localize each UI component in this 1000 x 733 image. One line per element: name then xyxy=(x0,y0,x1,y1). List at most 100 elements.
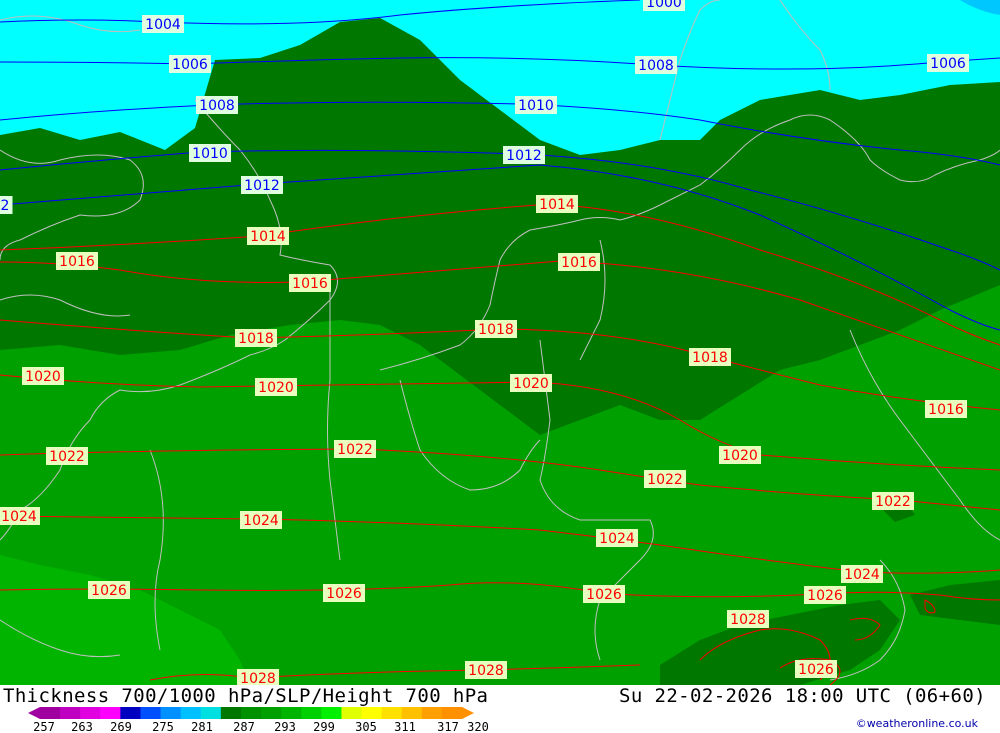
isobar-label-text: 1008 xyxy=(199,98,235,114)
legend-tick-label: 269 xyxy=(110,720,132,733)
isobar-label-text: 1018 xyxy=(478,322,514,338)
legend-tick-label: 263 xyxy=(71,720,93,733)
legend-swatch xyxy=(100,707,121,719)
legend-swatch xyxy=(60,707,81,719)
isobar-label-text: 1026 xyxy=(91,583,127,599)
legend-swatch xyxy=(301,707,322,719)
isobar-label: 1028 xyxy=(237,669,279,685)
isobar-label: 1022 xyxy=(334,440,376,458)
legend-tick-label: 317 xyxy=(437,720,459,733)
isobar-label: 1020 xyxy=(510,374,552,392)
isobar-label: 1012 xyxy=(241,176,283,194)
isobar-label-text: 1014 xyxy=(539,197,575,213)
legend-swatch xyxy=(120,707,141,719)
isobar-label: 1016 xyxy=(558,253,600,271)
legend-tick-label: 320 xyxy=(467,720,489,733)
isobar-label: 1014 xyxy=(536,195,578,213)
isobar-label-text: 1016 xyxy=(561,255,597,271)
isobar-label: 1020 xyxy=(22,367,64,385)
isobar-label: 1006 xyxy=(169,55,211,73)
isobar-label: 1026 xyxy=(583,585,625,603)
isobar-label-text: 1028 xyxy=(730,612,766,628)
legend-tick-label: 257 xyxy=(33,720,55,733)
isobar-label: 1008 xyxy=(196,96,238,114)
isobar-label-text: 1016 xyxy=(292,276,328,292)
isobar-label-text: 1010 xyxy=(192,146,228,162)
legend-swatch xyxy=(421,707,443,719)
isobar-label-text: 1004 xyxy=(145,17,181,33)
isobar-label-text: 2 xyxy=(1,198,10,214)
isobar-label-text: 1026 xyxy=(326,586,362,602)
isobar-label: 1028 xyxy=(727,610,769,628)
isobar-label: 1014 xyxy=(247,227,289,245)
legend-tick-label: 299 xyxy=(313,720,335,733)
isobar-label-text: 1028 xyxy=(240,671,276,685)
color-legend: 257 263 269 275 281 287 293 299 305 311 317 320 xyxy=(28,707,489,733)
legend-swatch xyxy=(281,707,302,719)
legend-tick-label: 293 xyxy=(274,720,296,733)
isobar-label: 1026 xyxy=(804,586,846,604)
isobar-label: 1022 xyxy=(872,492,914,510)
isobar-label: 1020 xyxy=(719,446,761,464)
legend-swatch xyxy=(220,707,242,719)
isobar-label-text: 1014 xyxy=(250,229,286,245)
isobar-label-text: 1018 xyxy=(692,350,728,366)
legend-swatch xyxy=(240,707,262,719)
isobar-label-text: 1022 xyxy=(647,472,683,488)
isobar-label-text: 1016 xyxy=(928,402,964,418)
legend-swatch xyxy=(321,707,342,719)
legend-swatch xyxy=(361,707,383,719)
isobar-label: 1018 xyxy=(689,348,731,366)
legend-swatch xyxy=(160,707,182,719)
footer-bar: Thickness 700/1000 hPa/SLP/Height 700 hP… xyxy=(0,685,1000,733)
isobar-label-text: 1026 xyxy=(798,662,834,678)
isobar-label: 1024 xyxy=(841,565,883,583)
isobar-label: 1010 xyxy=(189,144,231,162)
isobar-label: 2 xyxy=(0,196,13,214)
isobar-label-text: 1028 xyxy=(468,663,504,679)
legend-swatch xyxy=(261,707,282,719)
weather-map: 1004 1006 1008 1010 1012 2 1000 1008 1006 1010 101… xyxy=(0,0,1000,685)
legend-arrow-left xyxy=(28,707,40,719)
isobar-label-text: 1026 xyxy=(586,587,622,603)
isobar-label-text: 1020 xyxy=(513,376,549,392)
isobar-label: 1024 xyxy=(240,511,282,529)
legend-swatch xyxy=(401,707,423,719)
isobar-label-text: 1012 xyxy=(244,178,280,194)
legend-arrow-right xyxy=(462,707,474,719)
isobar-label: 1026 xyxy=(795,660,837,678)
isobar-label: 1026 xyxy=(323,584,365,602)
isobar-label-text: 1008 xyxy=(638,58,674,74)
isobar-label-text: 1026 xyxy=(807,588,843,604)
legend-tick-label: 287 xyxy=(233,720,255,733)
legend-swatch xyxy=(200,707,222,719)
isobar-label-text: 1020 xyxy=(25,369,61,385)
legend-swatch xyxy=(140,707,162,719)
isobar-label: 1028 xyxy=(465,661,507,679)
isobar-label-text: 1000 xyxy=(646,0,682,11)
isobar-label-text: 1006 xyxy=(172,57,208,73)
isobar-label: 1026 xyxy=(88,581,130,599)
isobar-label-text: 1020 xyxy=(258,380,294,396)
legend-tick-label: 281 xyxy=(191,720,213,733)
isobar-label: 1008 xyxy=(635,56,677,74)
isobar-label-text: 1020 xyxy=(722,448,758,464)
isobar-label: 1016 xyxy=(925,400,967,418)
isobar-label-text: 1024 xyxy=(1,509,37,525)
isobar-label: 1000 xyxy=(643,0,685,11)
isobar-label: 1006 xyxy=(927,54,969,72)
isobar-label: 1012 xyxy=(503,146,545,164)
isobar-label: 1022 xyxy=(644,470,686,488)
credit-link[interactable]: ©weatheronline.co.uk xyxy=(856,717,978,730)
isobar-label: 1004 xyxy=(142,15,184,33)
isobar-label-text: 1024 xyxy=(844,567,880,583)
legend-tick-label: 311 xyxy=(394,720,416,733)
isobar-label-text: 1006 xyxy=(930,56,966,72)
isobar-label-text: 1022 xyxy=(337,442,373,458)
legend-swatch xyxy=(341,707,363,719)
legend-swatch xyxy=(441,707,463,719)
isobar-label-text: 1024 xyxy=(599,531,635,547)
isobar-label: 1024 xyxy=(596,529,638,547)
isobar-label: 1020 xyxy=(255,378,297,396)
isobar-label: 1010 xyxy=(515,96,557,114)
